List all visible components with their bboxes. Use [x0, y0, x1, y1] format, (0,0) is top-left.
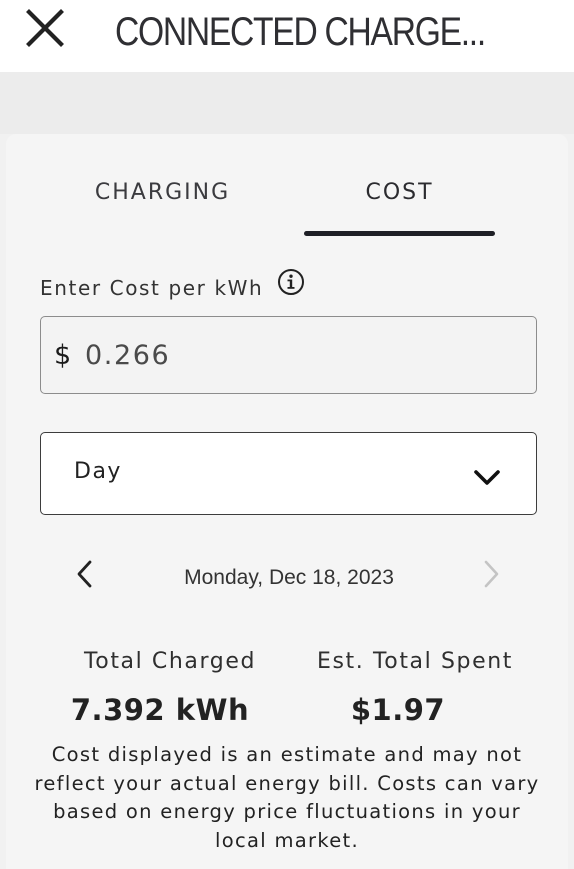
- chevron-down-icon: [474, 470, 500, 485]
- total-charged-value: 7.392 kWh: [70, 693, 250, 727]
- chevron-right-icon: [484, 560, 499, 588]
- next-date-button[interactable]: [478, 557, 506, 591]
- tab-cost[interactable]: COST: [304, 180, 495, 210]
- connected-charge-screen: CONNECTED CHARGE... CHARGING COST Enter …: [0, 0, 574, 869]
- page-title: CONNECTED CHARGE...: [115, 10, 486, 54]
- header-divider-band: [0, 72, 574, 134]
- period-selected-value: Day: [74, 459, 122, 484]
- est-total-spent-label: Est. Total Spent: [317, 649, 513, 674]
- cost-disclaimer: Cost displayed is an estimate and may no…: [34, 743, 540, 852]
- current-date: Monday, Dec 18, 2023: [184, 566, 394, 589]
- previous-date-button[interactable]: [72, 557, 100, 591]
- currency-symbol: $: [54, 339, 72, 371]
- tab-charging[interactable]: CHARGING: [80, 180, 245, 210]
- cost-per-kwh-field[interactable]: $: [40, 316, 537, 394]
- header: CONNECTED CHARGE...: [0, 0, 574, 72]
- total-charged-label: Total Charged: [83, 649, 257, 674]
- close-icon: [26, 9, 64, 47]
- period-select[interactable]: Day: [40, 432, 537, 515]
- chevron-left-icon: [77, 560, 92, 588]
- active-tab-indicator: [304, 231, 495, 236]
- est-total-spent-value: $1.97: [350, 693, 446, 727]
- info-icon[interactable]: [277, 268, 305, 296]
- cost-per-kwh-input[interactable]: [85, 339, 485, 371]
- cost-per-kwh-label: Enter Cost per kWh: [40, 276, 264, 300]
- close-button[interactable]: [22, 8, 68, 48]
